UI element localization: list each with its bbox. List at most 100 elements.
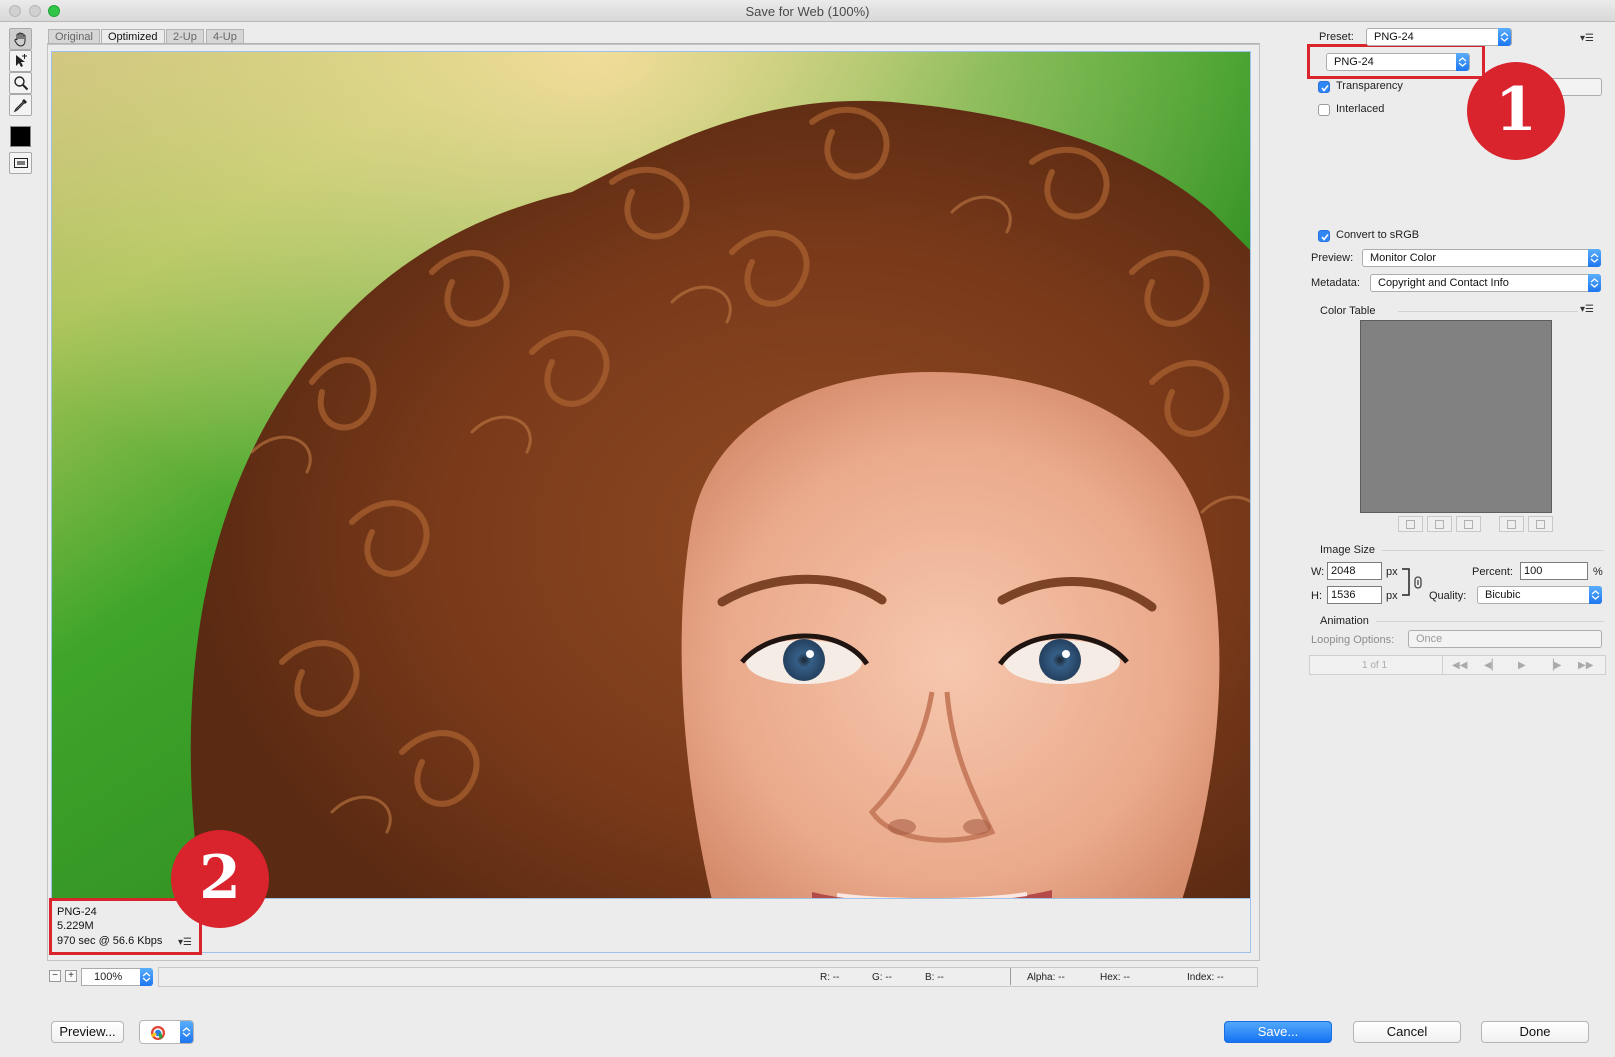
preset-stepper[interactable] bbox=[1498, 28, 1511, 46]
image-size-label: Image Size bbox=[1320, 544, 1376, 556]
width-input[interactable]: 2048 bbox=[1327, 562, 1382, 580]
percent-input[interactable]: 100 bbox=[1520, 562, 1588, 580]
window-title: Save for Web (100%) bbox=[745, 4, 870, 19]
color-table-swatches bbox=[1360, 320, 1552, 513]
portrait-photo bbox=[52, 52, 1250, 898]
tab-optimized[interactable]: Optimized bbox=[101, 29, 165, 44]
status-alpha: Alpha: -- bbox=[1027, 972, 1065, 983]
metadata-select[interactable]: Copyright and Contact Info bbox=[1370, 274, 1601, 292]
eyedropper-icon bbox=[13, 99, 27, 113]
preview-color-select[interactable]: Monitor Color bbox=[1362, 249, 1601, 267]
looping-options-select: Once bbox=[1408, 630, 1602, 648]
interlaced-checkbox[interactable] bbox=[1318, 104, 1330, 116]
tab-2-up[interactable]: 2-Up bbox=[166, 29, 204, 44]
preset-select[interactable]: PNG-24 bbox=[1366, 28, 1512, 46]
convert-srgb-checkbox[interactable] bbox=[1318, 230, 1330, 242]
preview-label: Preview: bbox=[1311, 252, 1354, 264]
file-format-stepper[interactable] bbox=[1456, 53, 1469, 71]
status-g: G: -- bbox=[872, 972, 892, 983]
width-label: W: bbox=[1311, 566, 1325, 578]
frame-counter: 1 of 1 bbox=[1362, 660, 1388, 671]
magnifier-icon bbox=[14, 76, 29, 91]
zoom-tool-button[interactable] bbox=[9, 72, 32, 94]
preview-browser-select[interactable] bbox=[139, 1020, 194, 1044]
up-down-arrows-icon bbox=[1500, 32, 1509, 42]
checkmark-icon bbox=[1321, 234, 1329, 241]
up-down-arrows-icon bbox=[1591, 590, 1600, 600]
slices-visibility-icon bbox=[14, 158, 28, 168]
title-bar: Save for Web (100%) bbox=[0, 0, 1615, 22]
up-down-arrows-icon bbox=[182, 1027, 191, 1037]
convert-srgb-label: Convert to sRGB bbox=[1336, 229, 1420, 241]
slice-select-icon bbox=[16, 54, 27, 67]
cancel-button[interactable]: Cancel bbox=[1353, 1021, 1461, 1043]
new-color-button bbox=[1499, 516, 1524, 532]
percent-label: Percent: bbox=[1472, 566, 1513, 578]
width-unit: px bbox=[1386, 566, 1398, 578]
first-frame-icon: ◀◀ bbox=[1452, 660, 1468, 671]
up-down-arrows-icon bbox=[1590, 278, 1599, 288]
pixel-info-bar bbox=[158, 967, 1258, 987]
color-table-label: Color Table bbox=[1320, 305, 1376, 317]
color-table-divider bbox=[1398, 311, 1578, 312]
eyedropper-color-swatch[interactable] bbox=[10, 126, 31, 147]
status-r: R: -- bbox=[820, 972, 840, 983]
next-frame-icon: ▕▶ bbox=[1546, 660, 1562, 671]
image-size-divider bbox=[1382, 550, 1604, 551]
annotation-badge-1: 1 bbox=[1467, 62, 1565, 160]
looping-options-label: Looping Options: bbox=[1311, 634, 1395, 646]
up-down-arrows-icon bbox=[142, 972, 151, 982]
slice-select-tool-button[interactable] bbox=[9, 50, 32, 72]
status-hex: Hex: -- bbox=[1100, 972, 1130, 983]
optimized-image-preview[interactable] bbox=[51, 51, 1251, 899]
percent-unit: % bbox=[1593, 566, 1603, 578]
previous-frame-icon: ◀▏ bbox=[1484, 660, 1500, 671]
status-b: B: -- bbox=[925, 972, 944, 983]
height-unit: px bbox=[1386, 590, 1398, 602]
zoom-level-stepper[interactable] bbox=[140, 968, 153, 986]
height-input[interactable]: 1536 bbox=[1327, 586, 1382, 604]
up-down-arrows-icon bbox=[1458, 57, 1467, 67]
status-divider bbox=[1010, 968, 1011, 985]
transparency-checkbox[interactable] bbox=[1318, 81, 1330, 93]
hand-icon bbox=[14, 32, 26, 47]
optimize-menu-icon[interactable]: ▾☰ bbox=[1580, 33, 1594, 44]
eyedropper-tool-button[interactable] bbox=[9, 94, 32, 116]
zoom-in-button[interactable]: + bbox=[65, 970, 77, 982]
quality-stepper[interactable] bbox=[1589, 586, 1602, 604]
done-button[interactable]: Done bbox=[1481, 1021, 1589, 1043]
color-table-menu-icon[interactable]: ▾☰ bbox=[1580, 304, 1594, 315]
status-index: Index: -- bbox=[1187, 972, 1224, 983]
anim-divider bbox=[1442, 656, 1443, 674]
toggle-slices-button[interactable] bbox=[9, 152, 32, 174]
checkmark-icon bbox=[1321, 85, 1329, 92]
metadata-stepper[interactable] bbox=[1588, 274, 1601, 292]
browser-select-stepper[interactable] bbox=[180, 1021, 193, 1043]
web-shift-button bbox=[1427, 516, 1452, 532]
delete-color-button bbox=[1528, 516, 1553, 532]
animation-label: Animation bbox=[1320, 615, 1369, 627]
tab-original[interactable]: Original bbox=[48, 29, 100, 44]
quality-label: Quality: bbox=[1429, 590, 1467, 602]
file-format-select[interactable]: PNG-24 bbox=[1326, 53, 1470, 71]
interlaced-label: Interlaced bbox=[1336, 103, 1385, 115]
save-button[interactable]: Save... bbox=[1224, 1021, 1332, 1043]
quality-select[interactable]: Bicubic bbox=[1477, 586, 1602, 604]
zoom-out-button[interactable]: − bbox=[49, 970, 61, 982]
lock-color-button bbox=[1456, 516, 1481, 532]
transparency-label: Transparency bbox=[1336, 80, 1403, 92]
up-down-arrows-icon bbox=[1590, 253, 1599, 263]
map-to-transparent-button bbox=[1398, 516, 1423, 532]
preset-label: Preset: bbox=[1319, 31, 1354, 43]
constrain-link-icon[interactable] bbox=[1400, 568, 1430, 596]
preview-color-stepper[interactable] bbox=[1588, 249, 1601, 267]
annotation-badge-2: 2 bbox=[171, 830, 269, 928]
metadata-label: Metadata: bbox=[1311, 277, 1360, 289]
height-label: H: bbox=[1311, 590, 1322, 602]
browser-icon bbox=[150, 1026, 165, 1040]
preview-button[interactable]: Preview... bbox=[51, 1021, 124, 1043]
hand-tool-button[interactable] bbox=[9, 28, 32, 50]
play-icon: ▶ bbox=[1518, 660, 1526, 671]
tab-4-up[interactable]: 4-Up bbox=[206, 29, 244, 44]
animation-divider bbox=[1376, 621, 1604, 622]
